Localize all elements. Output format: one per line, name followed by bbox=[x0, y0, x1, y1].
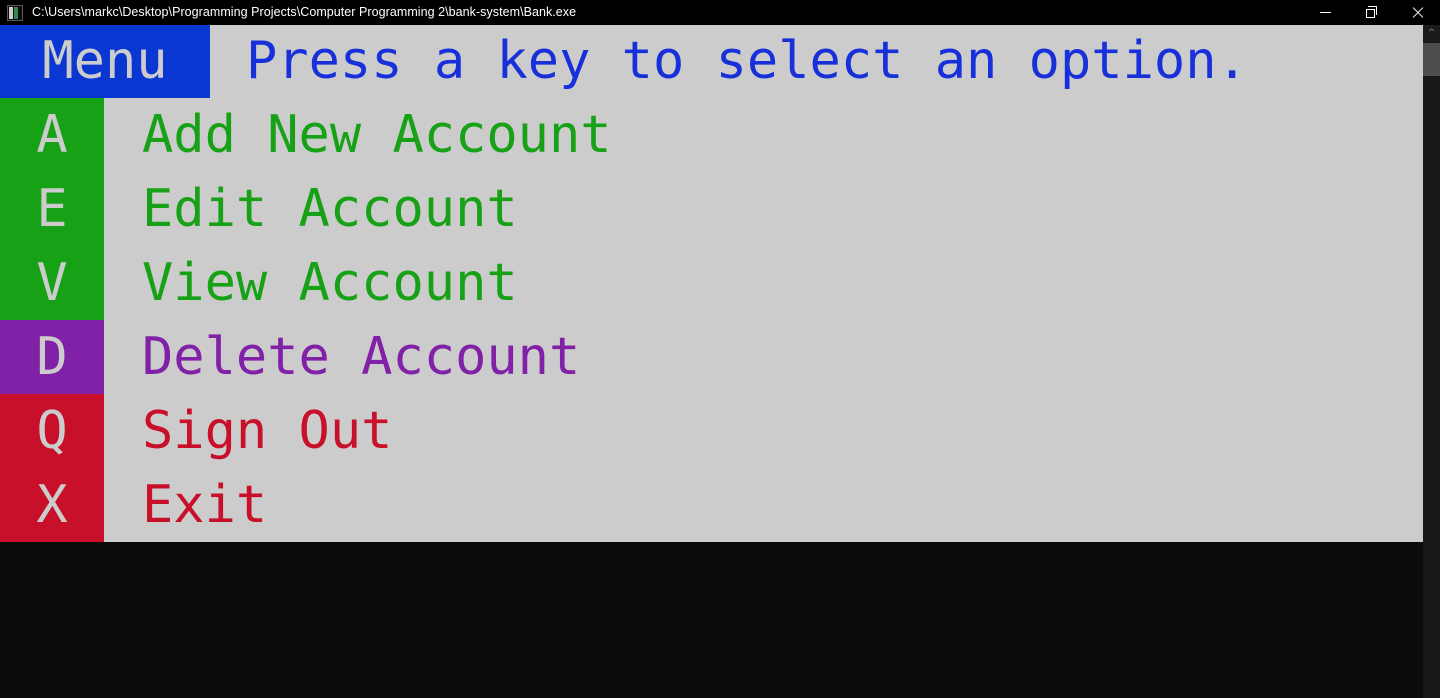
scrollbar-track[interactable] bbox=[1423, 76, 1440, 698]
menu-option-sign-out[interactable]: Q Sign Out bbox=[0, 394, 1423, 468]
restore-icon bbox=[1365, 6, 1377, 18]
menu-title-badge: Menu bbox=[0, 25, 210, 98]
scrollbar-thumb[interactable] bbox=[1423, 43, 1440, 76]
menu-option-view-account[interactable]: V View Account bbox=[0, 246, 1423, 320]
option-label-add-new-account: Add New Account bbox=[142, 105, 612, 165]
minimize-button[interactable] bbox=[1302, 0, 1348, 25]
menu-option-delete-account[interactable]: D Delete Account bbox=[0, 320, 1423, 394]
option-label-delete-account: Delete Account bbox=[142, 327, 581, 387]
option-key-x: X bbox=[0, 468, 104, 542]
menu-option-edit-account[interactable]: E Edit Account bbox=[0, 172, 1423, 246]
window-controls bbox=[1302, 0, 1440, 25]
close-icon bbox=[1411, 7, 1423, 19]
option-label-exit: Exit bbox=[142, 475, 268, 535]
menu-header-row: Menu Press a key to select an option. bbox=[0, 25, 1423, 98]
console-empty-area bbox=[0, 542, 1423, 698]
option-key-d: D bbox=[0, 320, 104, 394]
vertical-scrollbar[interactable]: ^ bbox=[1423, 25, 1440, 698]
menu-option-exit[interactable]: X Exit bbox=[0, 468, 1423, 542]
option-label-edit-account: Edit Account bbox=[142, 179, 518, 239]
option-key-q: Q bbox=[0, 394, 104, 468]
option-key-v: V bbox=[0, 246, 104, 320]
menu-option-add-new-account[interactable]: A Add New Account bbox=[0, 98, 1423, 172]
scroll-up-arrow-icon[interactable]: ^ bbox=[1423, 25, 1440, 42]
console-window: C:\Users\markc\Desktop\Programming Proje… bbox=[0, 0, 1440, 698]
option-label-view-account: View Account bbox=[142, 253, 518, 313]
option-key-e: E bbox=[0, 172, 104, 246]
title-bar[interactable]: C:\Users\markc\Desktop\Programming Proje… bbox=[0, 0, 1440, 25]
console-window-icon bbox=[7, 4, 23, 21]
menu-prompt-text: Press a key to select an option. bbox=[246, 31, 1248, 91]
option-key-a: A bbox=[0, 98, 104, 172]
maximize-button[interactable] bbox=[1348, 0, 1394, 25]
window-title: C:\Users\markc\Desktop\Programming Proje… bbox=[32, 5, 577, 19]
minimize-icon bbox=[1319, 12, 1331, 13]
option-label-sign-out: Sign Out bbox=[142, 401, 393, 461]
close-button[interactable] bbox=[1394, 0, 1440, 25]
console-output[interactable]: Menu Press a key to select an option. A … bbox=[0, 25, 1423, 542]
